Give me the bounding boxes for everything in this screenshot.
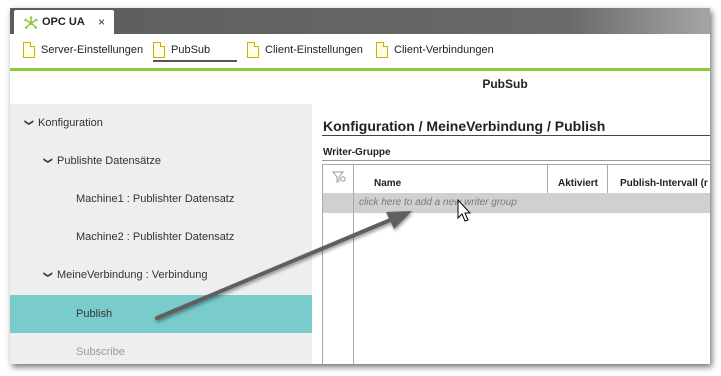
tab-label: PubSub (171, 44, 211, 56)
tab-label: Server-Einstellungen (41, 44, 144, 56)
tab-pubsub[interactable]: PubSub (153, 42, 237, 62)
add-writer-group-hint[interactable]: click here to add a new writer group (359, 197, 517, 208)
divider (322, 135, 710, 136)
sidebar-item-machine1[interactable]: Machine1 : Publishter Datensatz (10, 180, 312, 218)
divider (353, 213, 354, 364)
sidebar-item-label: MeineVerbindung : Verbindung (57, 269, 208, 281)
sidebar-item-label: Machine2 : Publishter Datensatz (76, 231, 235, 243)
app-window: OPC UA × Server-Einstellungen PubSub Cli… (10, 8, 710, 364)
document-icon (23, 42, 35, 58)
sub-tab-bar: Server-Einstellungen PubSub Client-Einst… (10, 34, 710, 71)
document-icon (153, 42, 165, 58)
column-header-aktiviert[interactable]: Aktiviert (548, 165, 608, 193)
sidebar-item-label: Publish (76, 308, 113, 320)
sidebar-item-label: Konfiguration (38, 117, 103, 129)
divider (322, 160, 710, 161)
sidebar-item-machine2[interactable]: Machine2 : Publishter Datensatz (10, 218, 312, 256)
document-icon (247, 42, 259, 58)
app-tab-opcua[interactable]: OPC UA × (14, 10, 114, 34)
app-tab-bar: OPC UA × (10, 8, 710, 34)
add-row[interactable]: click here to add a new writer group (323, 193, 710, 213)
row-gutter (323, 193, 354, 213)
app-tab-title: OPC UA (42, 16, 85, 28)
writer-group-table: Name Aktiviert Publish-Intervall (r clic… (322, 164, 710, 364)
filter-column-cell[interactable] (323, 165, 354, 193)
column-header-name[interactable]: Name (354, 165, 548, 193)
sidebar: ❯ Konfiguration ❯ Publishte Datensätze M… (10, 104, 312, 364)
close-icon[interactable]: × (98, 15, 105, 29)
column-header-publish-intervall[interactable]: Publish-Intervall (r (608, 165, 710, 193)
sidebar-item-publish[interactable]: Publish (10, 295, 312, 333)
sidebar-item-label: Subscribe (76, 346, 125, 358)
sidebar-item-label: Publishte Datensätze (57, 155, 161, 167)
sidebar-item-subscribe[interactable]: Subscribe (10, 333, 312, 364)
sidebar-item-label: Machine1 : Publishter Datensatz (76, 193, 235, 205)
page-title: PubSub (482, 77, 528, 91)
chevron-down-icon[interactable]: ❯ (23, 119, 34, 127)
table-header: Name Aktiviert Publish-Intervall (r (323, 164, 710, 194)
opcua-logo-icon (24, 16, 38, 29)
sidebar-item-konfiguration[interactable]: ❯ Konfiguration (10, 104, 312, 142)
breadcrumb: Konfiguration / MeineVerbindung / Publis… (323, 118, 606, 134)
sidebar-item-meineverbindung[interactable]: ❯ MeineVerbindung : Verbindung (10, 256, 312, 294)
document-icon (376, 42, 388, 58)
tab-label: Client-Verbindungen (394, 44, 494, 56)
sidebar-item-publishte-datensaetze[interactable]: ❯ Publishte Datensätze (10, 142, 312, 180)
tab-label: Client-Einstellungen (265, 44, 363, 56)
section-title: Writer-Gruppe (323, 147, 391, 158)
chevron-down-icon[interactable]: ❯ (42, 271, 53, 279)
filter-icon[interactable] (332, 171, 346, 183)
chevron-down-icon[interactable]: ❯ (42, 157, 53, 165)
